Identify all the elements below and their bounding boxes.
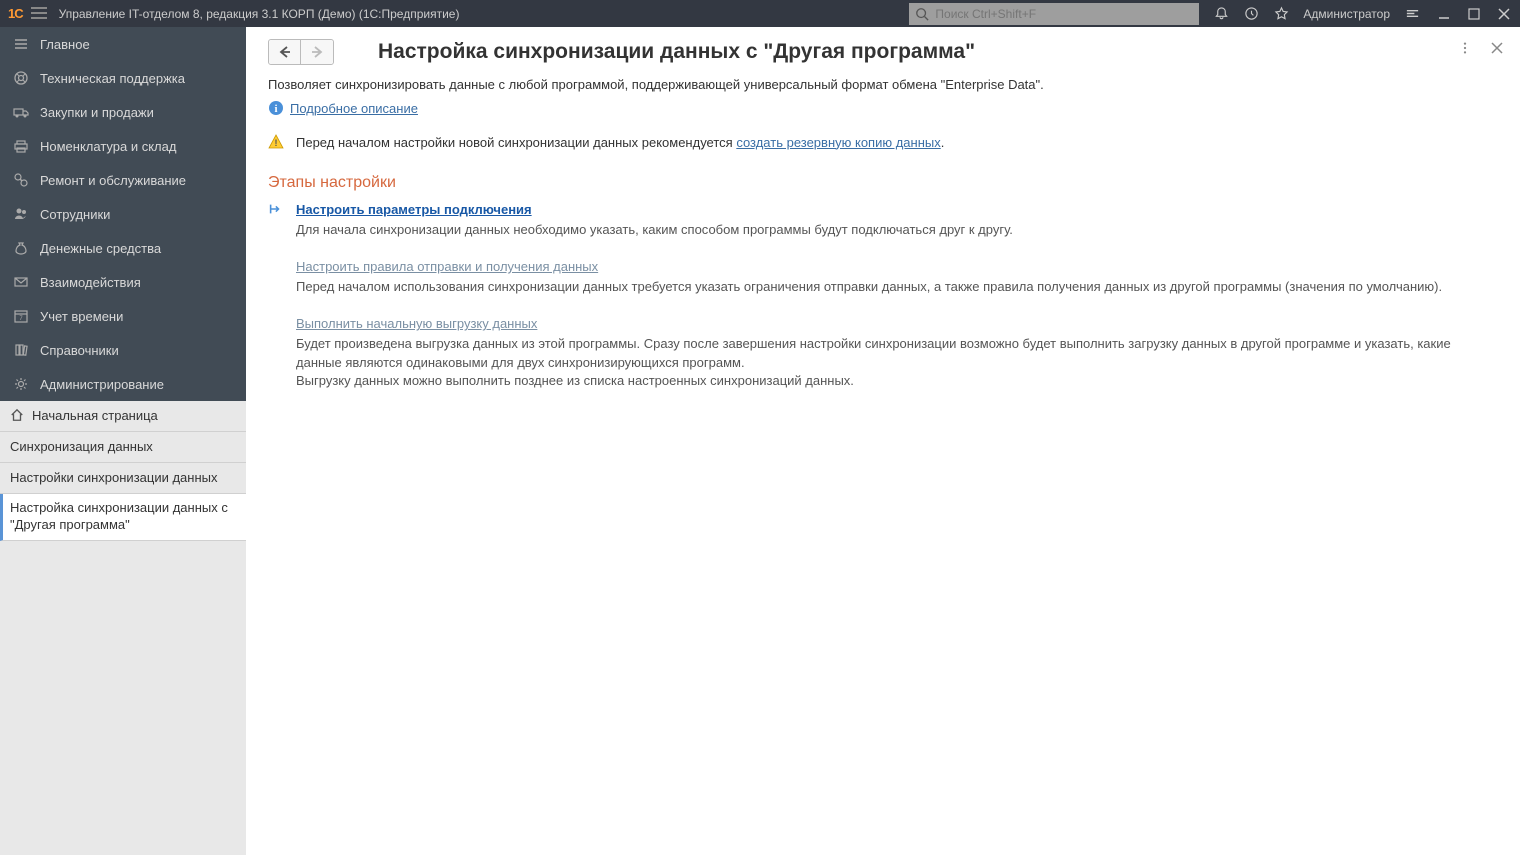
hamburger-icon[interactable] [31,7,47,21]
search-icon [915,7,929,21]
bell-icon[interactable] [1213,6,1229,22]
titlebar: 1C Управление IT-отделом 8, редакция 3.1… [0,0,1520,27]
subnav-sync[interactable]: Синхронизация данных [0,432,246,463]
moneybag-icon [12,239,30,257]
nav-money[interactable]: Денежные средства [0,231,246,265]
subnav-sync-settings[interactable]: Настройки синхронизации данных [0,463,246,494]
warning-text: Перед началом настройки новой синхрониза… [296,135,944,150]
svg-text:7: 7 [19,316,23,322]
nav-references[interactable]: Справочники [0,333,246,367]
home-icon [10,408,26,424]
intro-text: Позволяет синхронизировать данные с любо… [268,77,1498,92]
backup-link[interactable]: создать резервную копию данных [736,135,940,150]
gear-icon [12,375,30,393]
nav-label: Администрирование [40,377,164,392]
nav-label: Денежные средства [40,241,161,256]
main-content: Настройка синхронизации данных с "Другая… [246,27,1520,855]
nav-inventory[interactable]: Номенклатура и склад [0,129,246,163]
nav-label: Техническая поддержка [40,71,185,86]
nav-time[interactable]: 7 Учет времени [0,299,246,333]
close-window-button[interactable] [1496,6,1512,22]
section-title: Этапы настройки [268,174,1498,192]
nav-label: Сотрудники [40,207,110,222]
nav-purchase[interactable]: Закупки и продажи [0,95,246,129]
search-input-wrapper[interactable] [909,3,1199,25]
maximize-button[interactable] [1466,6,1482,22]
step3-link[interactable]: Выполнить начальную выгрузку данных [296,316,537,331]
nav-label: Номенклатура и склад [40,139,176,154]
nav-repair[interactable]: Ремонт и обслуживание [0,163,246,197]
subnav-label: Начальная страница [32,408,158,425]
envelope-icon [12,273,30,291]
nav-employees[interactable]: Сотрудники [0,197,246,231]
step2-desc: Перед началом использования синхронизаци… [296,278,1498,296]
forward-button[interactable] [301,40,333,64]
nav-label: Взаимодействия [40,275,141,290]
nav-label: Справочники [40,343,119,358]
nav-admin[interactable]: Администрирование [0,367,246,401]
panel-toggle-icon[interactable] [1404,6,1420,22]
step1-link[interactable]: Настроить параметры подключения [296,202,532,217]
step-marker-icon [268,202,296,253]
nav-label: Главное [40,37,90,52]
svg-text:i: i [274,103,277,115]
nav-buttons [268,39,334,65]
search-input[interactable] [935,7,1193,21]
logo-1c: 1C [8,6,23,21]
lifebuoy-icon [12,69,30,87]
books-icon [12,341,30,359]
printer-icon [12,137,30,155]
info-icon: i [268,100,284,116]
nav-label: Закупки и продажи [40,105,154,120]
subnav-home[interactable]: Начальная страница [0,401,246,432]
close-panel-button[interactable] [1488,39,1506,57]
history-icon[interactable] [1243,6,1259,22]
step1-desc: Для начала синхронизации данных необходи… [296,221,1498,239]
details-link[interactable]: Подробное описание [290,101,418,116]
page-title: Настройка синхронизации данных с "Другая… [378,40,975,64]
sidebar: Главное Техническая поддержка Закупки и … [0,27,246,855]
nav-support[interactable]: Техническая поддержка [0,61,246,95]
users-icon [12,205,30,223]
nav-label: Учет времени [40,309,123,324]
kebab-menu-icon[interactable] [1456,39,1474,57]
step3-desc: Будет произведена выгрузка данных из это… [296,335,1498,390]
nav-label: Ремонт и обслуживание [40,173,186,188]
subnav-label: Настройки синхронизации данных [10,470,218,487]
app-title: Управление IT-отделом 8, редакция 3.1 КО… [59,7,460,21]
subnav-sync-other[interactable]: Настройка синхронизации данных с "Другая… [0,494,246,541]
warning-icon: ! [268,134,284,150]
step2-link[interactable]: Настроить правила отправки и получения д… [296,259,598,274]
subnav-label: Настройка синхронизации данных с "Другая… [10,500,236,534]
nav-main[interactable]: Главное [0,27,246,61]
calendar-icon: 7 [12,307,30,325]
back-button[interactable] [269,40,301,64]
truck-icon [12,103,30,121]
minimize-button[interactable] [1436,6,1452,22]
hamburger-nav-icon [12,35,30,53]
svg-text:!: ! [275,138,278,148]
nav-interactions[interactable]: Взаимодействия [0,265,246,299]
user-menu[interactable]: Администратор [1303,7,1390,21]
subnav-label: Синхронизация данных [10,439,153,456]
wrench-icon [12,171,30,189]
star-icon[interactable] [1273,6,1289,22]
